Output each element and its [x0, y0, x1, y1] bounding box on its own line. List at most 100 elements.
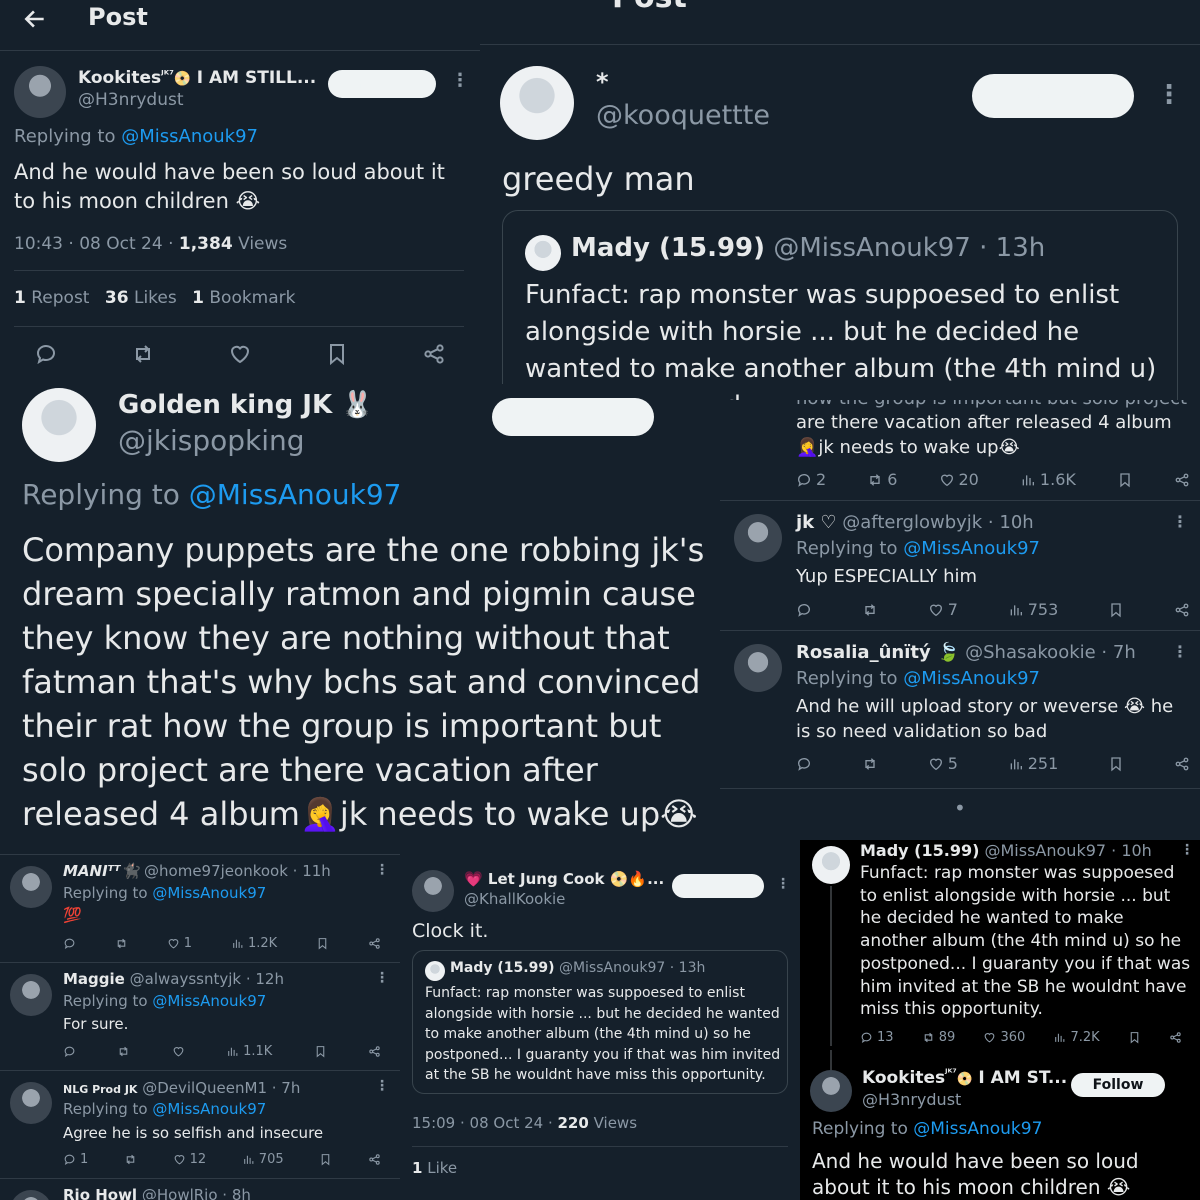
display-name[interactable]: Golden king JK 🐰: [118, 390, 374, 420]
reply-button[interactable]: 13: [860, 1030, 894, 1045]
reply-button[interactable]: [796, 602, 812, 618]
follow-button[interactable]: Follow: [328, 70, 436, 98]
views-button[interactable]: 1.2K: [231, 936, 277, 951]
bookmark-button[interactable]: [1108, 602, 1124, 618]
bookmark-button[interactable]: [1117, 472, 1133, 488]
reply-item[interactable]: NLG Prod JK @DevilQueenM1 · 7h ⋮ Replyin…: [0, 1070, 400, 1178]
follow-button[interactable]: Follow: [672, 874, 764, 898]
timestamp[interactable]: 15:09 · 08 Oct 24 ·: [412, 1114, 553, 1132]
repost-button[interactable]: [124, 1153, 137, 1166]
reply-item[interactable]: MANIᵀᵀ🐈‍⬛ @home97jeonkook · 11h ⋮ Replyi…: [0, 854, 400, 962]
more-options-icon[interactable]: ⋮: [451, 70, 469, 91]
bookmark-button[interactable]: [314, 1045, 327, 1058]
like-button[interactable]: 20: [939, 470, 979, 489]
like-button[interactable]: 360: [983, 1030, 1025, 1045]
likes-stat[interactable]: 1 Like: [412, 1159, 457, 1177]
reposts-stat[interactable]: 1 Repost: [14, 288, 89, 308]
reply-button[interactable]: [796, 756, 812, 772]
timestamp[interactable]: 10:43 · 08 Oct 24 ·: [14, 234, 173, 254]
avatar[interactable]: [500, 66, 574, 140]
views-button[interactable]: 1.1K: [226, 1044, 272, 1059]
bookmark-button[interactable]: [1128, 1031, 1141, 1044]
views-button[interactable]: 705: [242, 1152, 284, 1167]
avatar[interactable]: [14, 66, 66, 118]
views-button[interactable]: 1.6K: [1020, 470, 1076, 489]
likes-stat[interactable]: 36 Likes: [105, 288, 177, 308]
handle[interactable]: @KhallKookie: [464, 890, 565, 908]
share-button[interactable]: [1174, 602, 1190, 618]
views-button[interactable]: 251: [1008, 754, 1058, 773]
more-options-icon[interactable]: ⋮: [1156, 80, 1182, 110]
more-options-icon[interactable]: ⋮: [1180, 842, 1194, 858]
quoted-tweet[interactable]: Mady (15.99) @MissAnouk97 · 13h Funfact:…: [412, 950, 788, 1094]
share-button[interactable]: [422, 342, 446, 366]
follow-button[interactable]: Follow: [1071, 1073, 1165, 1097]
handle[interactable]: @kooquettte: [596, 100, 770, 131]
repost-button[interactable]: [115, 937, 128, 950]
replying-to-link[interactable]: @MissAnouk97: [121, 126, 258, 147]
more-options-icon[interactable]: ⋮: [375, 862, 389, 878]
avatar[interactable]: [734, 514, 782, 562]
reply-button[interactable]: 2: [796, 470, 826, 489]
repost-button[interactable]: 6: [867, 470, 897, 489]
avatar[interactable]: [812, 846, 850, 884]
like-button[interactable]: 5: [928, 754, 958, 773]
replying-to-link[interactable]: @MissAnouk97: [903, 668, 1040, 689]
follow-button[interactable]: Follow: [972, 74, 1134, 118]
repost-button[interactable]: [131, 342, 155, 366]
more-options-icon[interactable]: ⋮: [776, 876, 790, 892]
repost-button[interactable]: 89: [922, 1030, 955, 1045]
replying-to-link[interactable]: @MissAnouk97: [189, 478, 402, 511]
reply-item[interactable]: jk ♡ @afterglowbyjk · 10h ⋮ Replying to …: [720, 500, 1200, 630]
like-button[interactable]: 12: [173, 1152, 206, 1167]
avatar[interactable]: [10, 974, 52, 1016]
share-button[interactable]: [368, 1045, 381, 1058]
reply-item[interactable]: Maggie @alwayssntyjk · 12h ⋮ Replying to…: [0, 962, 400, 1070]
replying-to-link[interactable]: @MissAnouk97: [152, 884, 266, 902]
avatar[interactable]: [22, 388, 96, 462]
share-button[interactable]: [368, 1153, 381, 1166]
handle[interactable]: @H3nrydust: [862, 1090, 961, 1109]
reply-item[interactable]: Rio Howl @HowlRio · 8h: [0, 1178, 400, 1200]
display-name[interactable]: Kookites: [78, 68, 161, 88]
avatar[interactable]: [810, 1070, 852, 1112]
share-button[interactable]: [368, 937, 381, 950]
replying-to-link[interactable]: @MissAnouk97: [152, 992, 266, 1010]
repost-button[interactable]: [862, 756, 878, 772]
bookmark-button[interactable]: [1108, 756, 1124, 772]
repost-button[interactable]: [862, 602, 878, 618]
display-name[interactable]: *: [596, 68, 609, 96]
bookmark-button[interactable]: [325, 342, 349, 366]
views-button[interactable]: 753: [1008, 600, 1058, 619]
like-button[interactable]: [228, 342, 252, 366]
more-options-icon[interactable]: ⋮: [1172, 512, 1188, 531]
share-button[interactable]: [1169, 1031, 1182, 1044]
avatar[interactable]: [10, 1082, 52, 1124]
replying-to-link[interactable]: @MissAnouk97: [903, 538, 1040, 559]
bookmark-button[interactable]: [319, 1153, 332, 1166]
avatar[interactable]: [10, 1190, 52, 1200]
more-options-icon[interactable]: ⋮: [1172, 642, 1188, 661]
handle[interactable]: @H3nrydust: [78, 90, 184, 110]
bookmarks-stat[interactable]: 1 Bookmark: [192, 288, 295, 308]
views-button[interactable]: 7.2K: [1053, 1030, 1100, 1045]
more-options-icon[interactable]: ⋮: [375, 970, 389, 986]
avatar[interactable]: [10, 866, 52, 908]
repost-button[interactable]: [117, 1045, 130, 1058]
reply-button[interactable]: [63, 1045, 76, 1058]
avatar[interactable]: [412, 870, 454, 912]
reply-button[interactable]: [63, 937, 76, 950]
like-button[interactable]: 7: [928, 600, 958, 619]
share-button[interactable]: [1174, 472, 1190, 488]
like-button[interactable]: [172, 1045, 185, 1058]
handle[interactable]: @jkispopking: [118, 424, 305, 457]
quoted-tweet[interactable]: Mady (15.99) @MissAnouk97 · 13h Funfact:…: [502, 210, 1178, 400]
more-options-icon[interactable]: ⋮: [375, 1078, 389, 1094]
bookmark-button[interactable]: [316, 937, 329, 950]
reply-button[interactable]: 1: [63, 1152, 88, 1167]
reply-item[interactable]: Rosalia_ûnïtý 🍃 @Shasakookie · 7h ⋮ Repl…: [720, 630, 1200, 790]
replying-to-link[interactable]: @MissAnouk97: [152, 1100, 266, 1118]
back-button[interactable]: [22, 6, 48, 32]
display-name[interactable]: 💗 Let Jung Cook 📀🔥...: [464, 870, 664, 888]
replying-to-link[interactable]: @MissAnouk97: [913, 1119, 1042, 1139]
